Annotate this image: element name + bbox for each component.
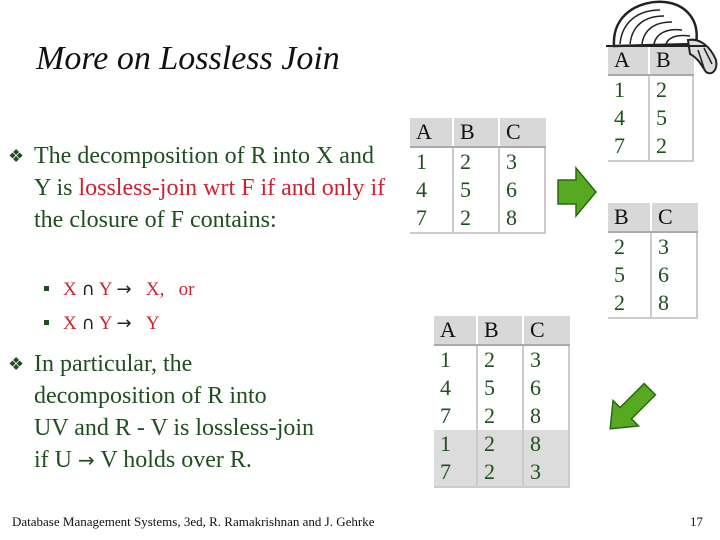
sub-bullet-2: X ∩ Y → Y (44, 313, 160, 335)
decompose-arrow-icon (557, 166, 597, 218)
table-cell: 1 (410, 147, 454, 176)
bullet-particular-case: ❖ In particular, the decomposition of R … (8, 348, 393, 476)
spurious-cell: 1 (434, 430, 478, 458)
table-cell: 1 (434, 345, 478, 374)
table-cell: 5 (608, 261, 652, 289)
table-header: B (477, 316, 524, 346)
slide-title: More on Lossless Join (36, 40, 340, 77)
table-cell: 7 (410, 204, 454, 234)
table-cell: 5 (453, 176, 500, 204)
table-cell: 2 (608, 289, 652, 319)
table-cell: 5 (477, 374, 524, 402)
table-header: B (608, 203, 652, 233)
table-header: B (453, 118, 500, 148)
table-cell: 3 (523, 345, 570, 374)
table-header: C (499, 118, 546, 148)
spurious-cell: 7 (434, 458, 478, 488)
join-result-table: A B C 123 456 728 128 723 (434, 316, 570, 488)
table-cell: 6 (499, 176, 546, 204)
table-cell: 7 (608, 132, 650, 162)
table-cell: 4 (410, 176, 454, 204)
table-cell: 6 (651, 261, 698, 289)
table-cell: 8 (651, 289, 698, 319)
table-header: C (651, 203, 698, 233)
table-header: A (410, 118, 454, 148)
relation-r-table: A B C 123 456 728 (410, 118, 546, 234)
bullet1-text-c: the closure of F contains: (34, 207, 277, 233)
square-bullet-icon (44, 320, 49, 326)
spurious-cell: 8 (523, 430, 570, 458)
table-cell: 3 (651, 232, 698, 261)
table-header: C (523, 316, 570, 346)
table-cell: 2 (477, 402, 524, 430)
table-cell: 6 (523, 374, 570, 402)
table-cell: 7 (434, 402, 478, 430)
slide-footer: Database Management Systems, 3ed, R. Ram… (12, 514, 375, 529)
table-cell: 5 (649, 104, 694, 132)
bullet1-text-highlight: lossless-join wrt F if and only if (78, 175, 386, 201)
table-cell: 2 (477, 345, 524, 374)
table-cell: 4 (608, 104, 650, 132)
relation-bc-table: B C 23 56 28 (608, 203, 698, 319)
spurious-cell: 2 (477, 430, 524, 458)
bullet-lossless-definition: ❖ The decomposition of R into X and Y is… (8, 140, 393, 236)
table-cell: 8 (499, 204, 546, 234)
table-cell: 2 (453, 204, 500, 234)
sub-bullet-1: X ∩ Y → X, or (44, 279, 194, 301)
table-cell: 2 (453, 147, 500, 176)
peeking-cartoon-icon (606, 0, 718, 75)
page-number: 17 (690, 514, 703, 529)
diamond-bullet-icon: ❖ (8, 146, 25, 166)
spurious-cell: 2 (477, 458, 524, 488)
spurious-cell: 3 (523, 458, 570, 488)
square-bullet-icon (44, 286, 49, 292)
diamond-bullet-icon: ❖ (8, 354, 25, 374)
table-cell: 8 (523, 402, 570, 430)
join-arrow-icon (609, 382, 657, 430)
table-cell: 4 (434, 374, 478, 402)
table-cell: 2 (649, 132, 694, 162)
table-cell: 2 (608, 232, 652, 261)
table-cell: 3 (499, 147, 546, 176)
table-header: A (434, 316, 478, 346)
